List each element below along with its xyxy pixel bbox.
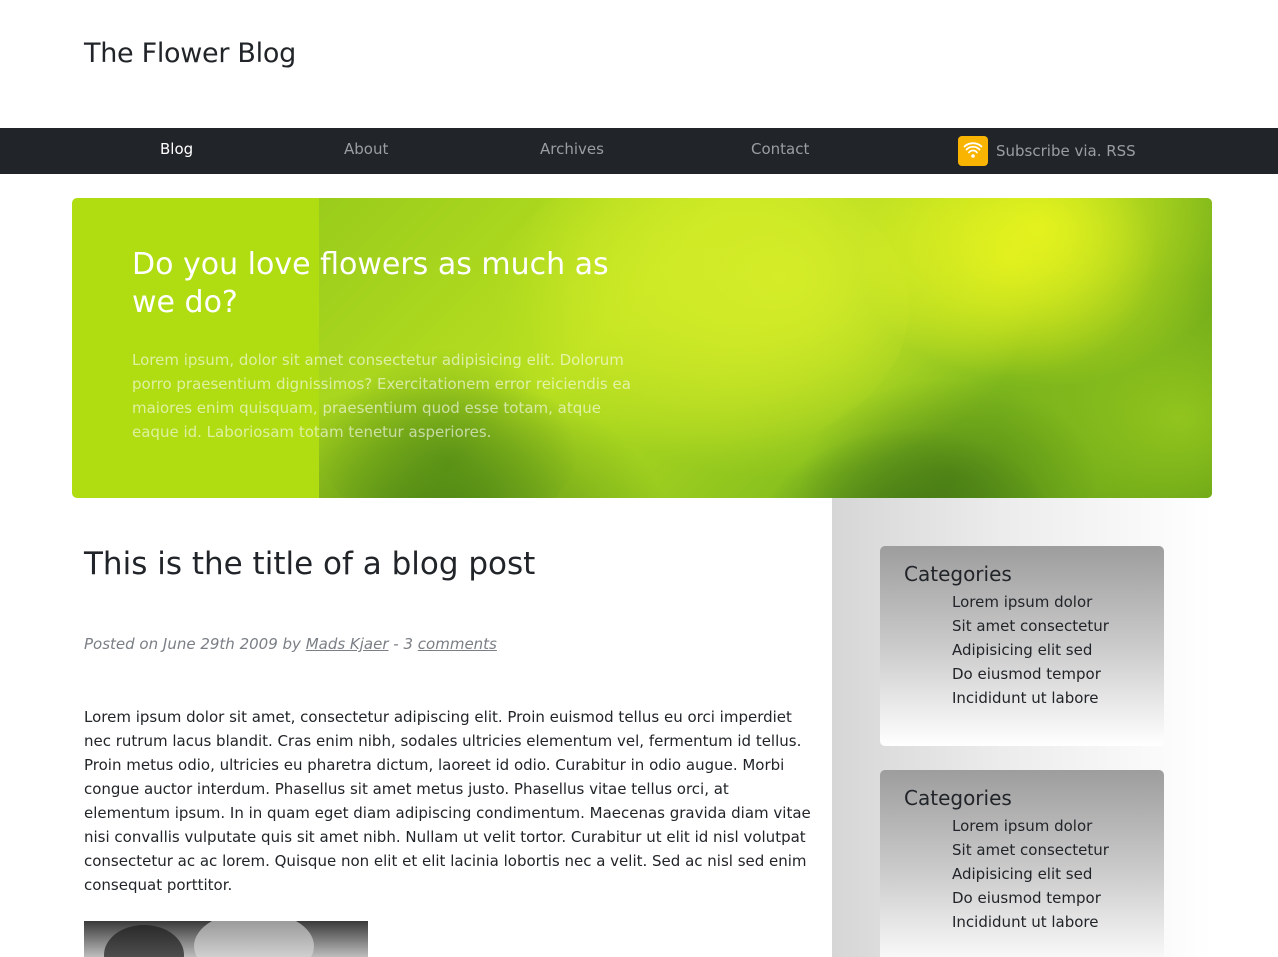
hero-banner: Do you love flowers as much as we do? Lo… [72, 198, 1212, 498]
nav-item-about[interactable]: About [344, 140, 388, 158]
post-title[interactable]: This is the title of a blog post [84, 546, 535, 582]
post-meta-separator: - 3 [388, 635, 418, 653]
widget-title: Categories [904, 562, 1012, 586]
category-item[interactable]: Lorem ipsum dolor [952, 590, 1140, 614]
post-body: Lorem ipsum dolor sit amet, consectetur … [84, 708, 811, 894]
category-list: Lorem ipsum dolor Sit amet consectetur A… [904, 590, 1140, 710]
nav-item-archives[interactable]: Archives [540, 140, 604, 158]
post-author-link[interactable]: Mads Kjaer [306, 635, 389, 653]
category-item[interactable]: Lorem ipsum dolor [952, 814, 1140, 838]
rss-subscribe-link[interactable]: Subscribe via. RSS [958, 136, 1136, 166]
category-item[interactable]: Do eiusmod tempor [952, 662, 1140, 686]
category-item[interactable]: Incididunt ut labore [952, 910, 1140, 934]
post-image [84, 921, 368, 957]
categories-widget: Categories Lorem ipsum dolor Sit amet co… [880, 770, 1164, 957]
site-title[interactable]: The Flower Blog [84, 38, 296, 69]
rss-label: Subscribe via. RSS [996, 142, 1136, 160]
rss-icon [958, 136, 988, 166]
sidebar: Categories Lorem ipsum dolor Sit amet co… [832, 498, 1212, 957]
main-navbar: Blog About Archives Contact Subscribe vi… [0, 128, 1278, 174]
category-item[interactable]: Sit amet consectetur [952, 838, 1140, 862]
hero-text: Do you love flowers as much as we do? Lo… [132, 246, 652, 444]
nav-item-blog[interactable]: Blog [160, 140, 193, 158]
hero-body: Lorem ipsum, dolor sit amet consectetur … [132, 351, 631, 441]
categories-widget: Categories Lorem ipsum dolor Sit amet co… [880, 546, 1164, 746]
category-item[interactable]: Incididunt ut labore [952, 686, 1140, 710]
nav-item-contact[interactable]: Contact [751, 140, 809, 158]
category-list: Lorem ipsum dolor Sit amet consectetur A… [904, 814, 1140, 934]
category-item[interactable]: Adipisicing elit sed [952, 862, 1140, 886]
post-meta-date: Posted on June 29th 2009 by [84, 635, 306, 653]
hero-title: Do you love flowers as much as we do? [132, 247, 609, 320]
category-item[interactable]: Do eiusmod tempor [952, 886, 1140, 910]
category-item[interactable]: Sit amet consectetur [952, 614, 1140, 638]
post-comments-link[interactable]: comments [418, 635, 497, 653]
widget-title: Categories [904, 786, 1012, 810]
category-item[interactable]: Adipisicing elit sed [952, 638, 1140, 662]
post-meta: Posted on June 29th 2009 by Mads Kjaer -… [84, 635, 497, 653]
